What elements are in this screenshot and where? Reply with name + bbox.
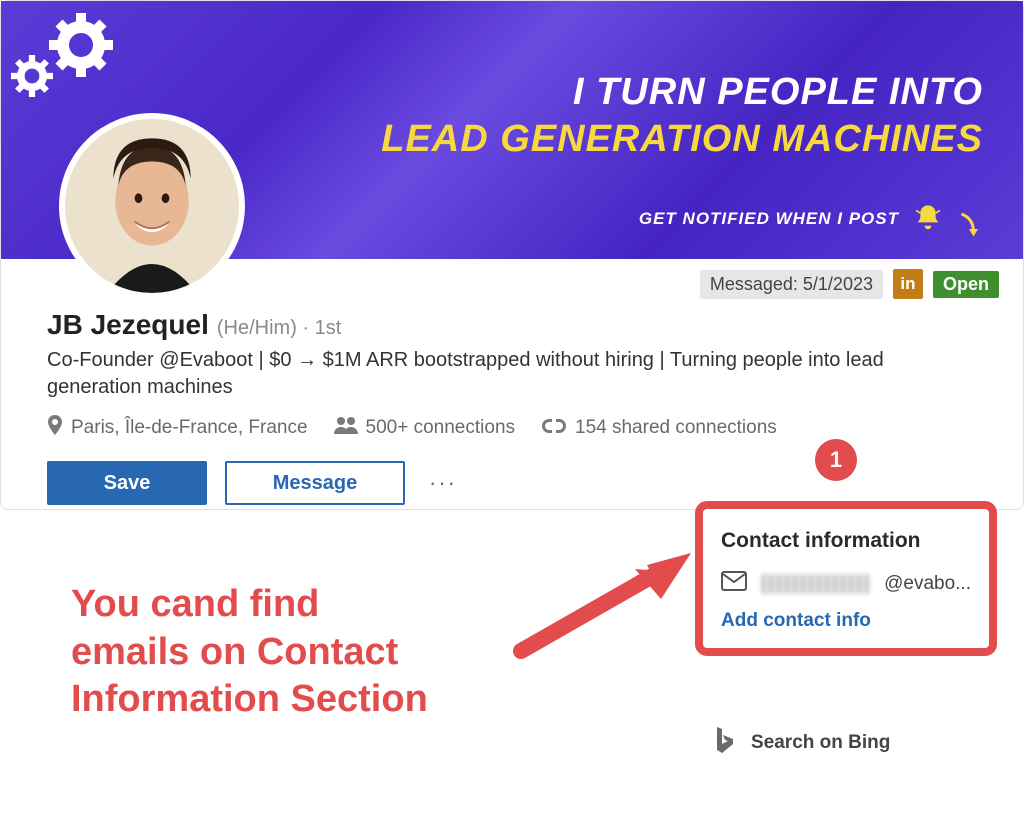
annotation-step-badge: 1 (815, 439, 857, 481)
bell-icon (911, 202, 945, 236)
location-item: Paris, Île-de-France, France (47, 415, 308, 441)
annotation-arrow-icon (511, 541, 701, 666)
open-status-badge: Open (933, 271, 999, 298)
annotation-line1: You cand find (71, 581, 428, 629)
email-redacted (761, 574, 870, 594)
save-button[interactable]: Save (47, 461, 207, 505)
profile-pronoun-degree: (He/Him) · 1st (217, 317, 341, 340)
contact-email-row: @evabo... (721, 571, 971, 596)
location-text: Paris, Île-de-France, France (71, 417, 308, 439)
bing-icon (713, 727, 735, 758)
more-actions-button[interactable]: ··· (423, 463, 463, 503)
link-icon (541, 417, 567, 439)
profile-headline: Co-Founder @Evaboot | $0 → $1M ARR boots… (47, 347, 983, 401)
shared-connections-item: 154 shared connections (541, 417, 777, 439)
email-suffix: @evabo... (884, 573, 971, 595)
mail-icon (721, 571, 747, 596)
contact-information-box: Contact information @evabo... Add contac… (695, 501, 997, 656)
connections-text: 500+ connections (366, 417, 515, 439)
banner-tagline: I TURN PEOPLE INTO LEAD GENERATION MACHI… (381, 71, 983, 161)
search-on-bing-row[interactable]: Search on Bing (695, 727, 997, 758)
search-on-bing-label: Search on Bing (751, 732, 890, 754)
annotation-line2: emails on Contact (71, 629, 428, 677)
people-icon (334, 416, 358, 440)
contact-info-title: Contact information (721, 529, 971, 553)
profile-name: JB Jezequel (47, 309, 209, 341)
banner-notify-text: GET NOTIFIED WHEN I POST (639, 209, 899, 229)
banner-notify-row: GET NOTIFIED WHEN I POST (639, 197, 987, 241)
banner-tagline-line2: LEAD GENERATION MACHINES (381, 118, 983, 161)
location-pin-icon (47, 415, 63, 441)
profile-card: I TURN PEOPLE INTO LEAD GENERATION MACHI… (0, 0, 1024, 510)
annotation-text: You cand find emails on Contact Informat… (71, 581, 428, 724)
gears-decoration (11, 7, 121, 112)
annotation-line3: Information Section (71, 676, 428, 724)
linkedin-badge-icon: in (893, 269, 923, 299)
curved-arrow-icon (957, 211, 987, 241)
messaged-badge: Messaged: 5/1/2023 (700, 270, 883, 299)
avatar (59, 113, 245, 299)
banner-tagline-line1: I TURN PEOPLE INTO (381, 71, 983, 114)
shared-connections-text: 154 shared connections (575, 417, 777, 439)
profile-info: JB Jezequel (He/Him) · 1st Co-Founder @E… (1, 299, 1023, 509)
connections-item: 500+ connections (334, 416, 515, 440)
message-button[interactable]: Message (225, 461, 405, 505)
profile-meta-row: Paris, Île-de-France, France 500+ connec… (47, 415, 983, 441)
add-contact-info-link[interactable]: Add contact info (721, 610, 971, 632)
